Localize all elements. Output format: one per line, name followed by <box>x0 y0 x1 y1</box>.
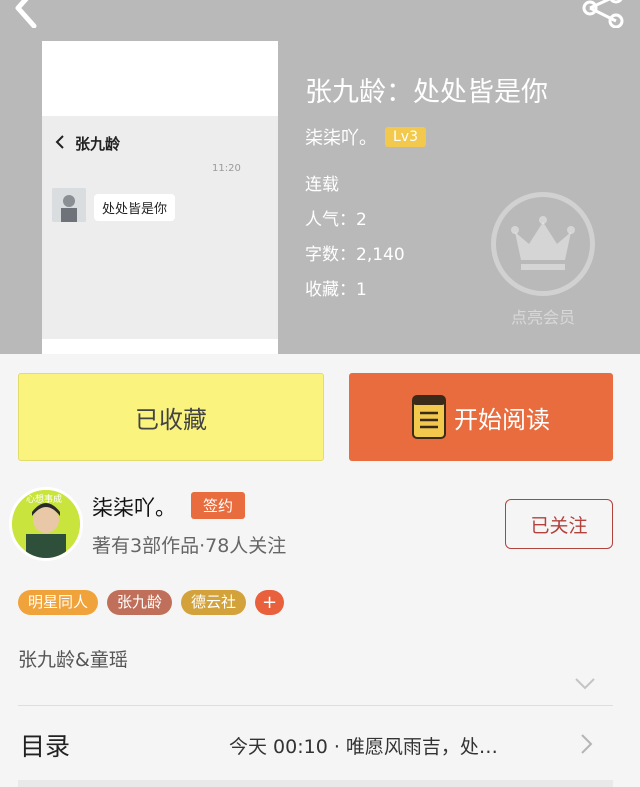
cover-chat-panel: 张九龄 11:20 处处皆是你 <box>42 116 278 339</box>
vip-member-button[interactable]: 点亮会员 <box>491 192 595 332</box>
author-name[interactable]: 柒柒吖。 <box>92 492 176 522</box>
signed-badge: 签约 <box>191 492 246 519</box>
start-reading-label: 开始阅读 <box>454 405 550 434</box>
word-count-text: 字数：2,140 <box>305 245 405 265</box>
tag-item[interactable]: 明星同人 <box>18 590 99 615</box>
follow-label: 已关注 <box>530 514 588 537</box>
avatar-caption: 心想事成 <box>26 495 63 505</box>
chevron-right-icon[interactable] <box>580 733 594 755</box>
book-icon <box>412 395 446 439</box>
add-tag-button[interactable]: + <box>255 590 285 615</box>
status-text: 连载 <box>305 175 339 195</box>
book-description: 张九龄&童瑶 <box>18 649 128 671</box>
cover-chat-avatar <box>52 188 86 222</box>
latest-chapter[interactable]: 今天 00:10 · 唯愿风雨吉，处… <box>229 732 498 759</box>
bottom-strip <box>18 780 613 787</box>
start-reading-button[interactable]: 开始阅读 <box>349 373 613 461</box>
tag-item[interactable]: 德云社 <box>181 590 247 615</box>
tag-list: 明星同人 张九龄 德云社 + <box>18 590 285 615</box>
cover-back-icon <box>55 135 64 149</box>
toc-label[interactable]: 目录 <box>20 727 70 763</box>
collected-label: 已收藏 <box>135 405 207 434</box>
expand-chevron-icon[interactable] <box>574 677 596 691</box>
back-arrow-icon[interactable] <box>4 0 44 28</box>
share-icon[interactable] <box>578 0 628 28</box>
book-title: 张九龄：处处皆是你 <box>305 77 548 108</box>
vip-label: 点亮会员 <box>510 308 575 327</box>
level-badge: Lv3 <box>385 127 426 147</box>
cover-chat-message: 处处皆是你 <box>94 194 176 221</box>
cover-chat-time: 11:20 <box>212 163 241 174</box>
popularity-text: 人气：2 <box>305 210 367 230</box>
crown-icon <box>511 216 575 270</box>
tag-item[interactable]: 张九龄 <box>107 590 173 615</box>
favorites-text: 收藏：1 <box>305 280 367 300</box>
author-avatar[interactable]: 心想事成 <box>9 487 83 561</box>
cover-chat-title: 张九龄 <box>75 135 121 153</box>
header-author-name[interactable]: 柒柒吖。 <box>305 124 377 150</box>
book-header: 张九龄 11:20 处处皆是你 张九龄：处处皆是你 柒柒吖。 Lv3 连载 人气… <box>0 0 640 354</box>
author-stats: 著有3部作品·78人关注 <box>92 535 287 557</box>
follow-button[interactable]: 已关注 <box>505 499 613 549</box>
book-cover[interactable]: 张九龄 11:20 处处皆是你 <box>42 41 278 354</box>
collected-button[interactable]: 已收藏 <box>18 373 324 461</box>
author-line: 柒柒吖。 Lv3 <box>305 124 426 150</box>
divider <box>18 705 613 706</box>
